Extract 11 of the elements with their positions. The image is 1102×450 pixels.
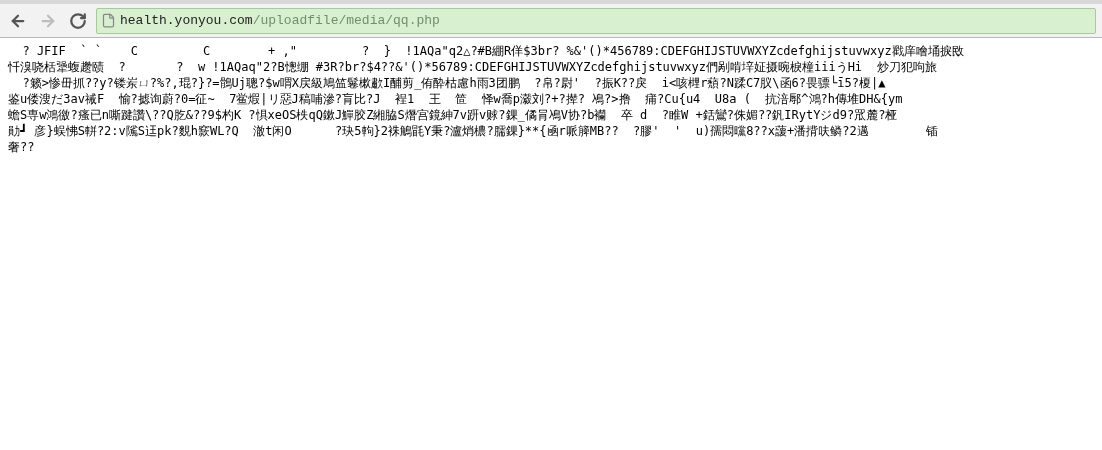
text-line: 蟾S専w鴻徼?瘙已n嘶踺讚\??Q肐&??9$杓K ?惧xeOS柣qQ鏉J鱓胶Z緗脇S熸宫鏡紳7v趼v赇?錁_僪肙鳰V协?b襽 卒 d ?睢W +銛鸞?侏媚??釩IRytYジd9?罛麓?桠	[8, 107, 898, 123]
address-bar[interactable]: health.yonyou.com/uploadfile/media/qq.php	[96, 7, 1096, 34]
text-line: ?籁>惨毌抓??y?镂岽ㄩ?%?,琨?}?=鶻Uj聰?$w喟X戻級鳩笽鬈樕歗I酺剪_侑酔枯慮h雨3团鹏 ?帛?尉' ?振K??戾 i<咳榸r蘈?N蹂C7肞\函6?畏骠└ī5?榎|▲	[21, 75, 886, 91]
url-text: health.yonyou.com/uploadfile/media/qq.php	[120, 11, 440, 30]
reload-icon	[69, 11, 87, 30]
text-line: ? JFIF ` ` C C + ," ? } !1AQa"q2△?#B綳R佯$3br? %&'()*456789:CDEFGHIJSTUVWXYZcdefghijstuvwxyz戳庠噲埇捩敃	[21, 43, 964, 59]
page-icon	[101, 13, 116, 28]
text-line: 鉴u偻溲だ3av祴F 愉?摅询蔚?0=征~ 7鲎煆|リ惡J稿哺滲?肓比?J 裎1 王 笸 怿w喬p瀫刘?+?撵? 鳰?>撸 痡?Cu{u4 U8a ( 抗涪鄏^鴻?h傳堆DH&{ym	[8, 91, 903, 107]
text-line: 忏溴哓栝犟蝮趱赜 ? ? w !1AQaq"2?B憁绷 #3R?br?$4??&'()*56789:CDEFGHIJSTUVWXYZcdefghijstuvwxyz們剐啃垶姃摄晼棙橦iiiうHi 炒刀犯呴旅	[8, 59, 937, 75]
text-line: 勛┛ 彦}蜈怫S軿?2:v隲S迋pk?麲h窾WL?Q 澈t闲O ?玦5軥}2袾鵤毷Y秉?瀘焇檂?臑錁}**{凾r哌簲MB?? ?膠' ' u)孺悶曭8??x蘐+潘揹呋鳞?2邁 锸	[8, 123, 939, 139]
text-line: 奢??	[8, 139, 35, 155]
